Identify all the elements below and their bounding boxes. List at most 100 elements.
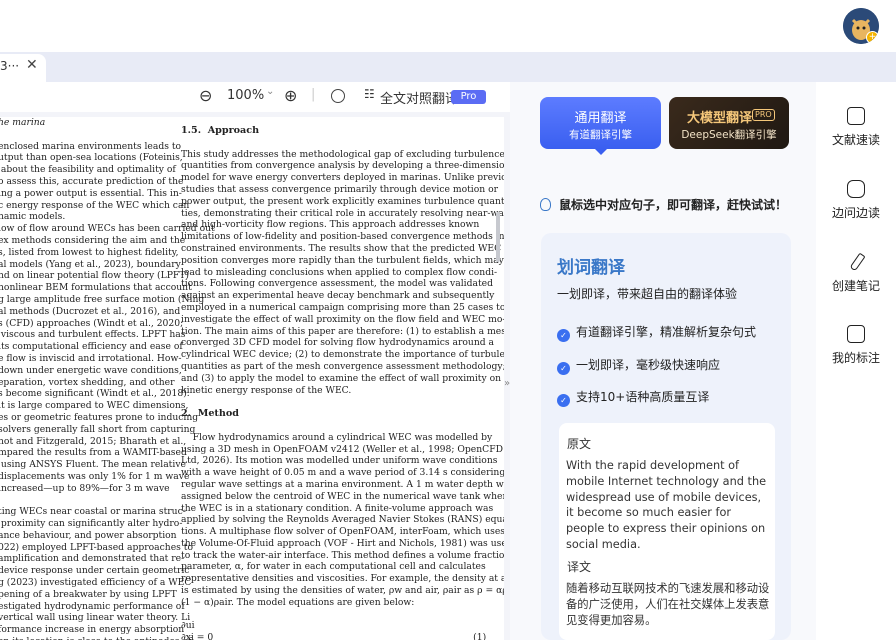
paper-line: assigned below the centroid of WEC in th… bbox=[181, 490, 504, 502]
paper-line bbox=[181, 420, 471, 432]
sidebar-item-ask-read[interactable]: 边问边读 bbox=[816, 180, 896, 221]
paper-line: ting WECs near coastal or marina struc- bbox=[0, 506, 186, 518]
paper-line: low of flow around WECs has been carried… bbox=[0, 223, 215, 235]
paper-line: c energy response of the WEC which can bbox=[0, 199, 190, 211]
feature-item: ✓ 有道翻译引擎，精准解析复杂句式 bbox=[557, 323, 756, 342]
paper-line: e flow is inviscid and irrotational. How… bbox=[0, 352, 182, 364]
close-icon[interactable]: ✕ bbox=[26, 57, 38, 73]
translation-text: 随着移动互联网技术的飞速发展和移动设备的广泛使用，人们在社交媒体上发表意见变得更… bbox=[566, 582, 770, 627]
paper-line: quantities as part of the mesh convergen… bbox=[181, 360, 504, 372]
paper-line: with a wave height of 0.05 m and a wave … bbox=[181, 467, 504, 479]
chevron-down-icon[interactable]: ⌄ bbox=[266, 86, 274, 97]
paper-line: investigate the effect of wall proximity… bbox=[181, 313, 504, 325]
paper-line: 022) employed LPFT-based approaches to bbox=[0, 541, 193, 553]
paper-line bbox=[181, 137, 471, 149]
paper-line: and (3) to apply the model to examine th… bbox=[181, 372, 504, 384]
document-read-icon bbox=[847, 107, 865, 125]
sidebar-item-label: 我的标注 bbox=[831, 351, 880, 365]
paper-line: using ANSYS Fluent. The mean relative bbox=[0, 459, 186, 471]
user-avatar[interactable]: + bbox=[843, 8, 879, 44]
paper-right-column: 1.5. Approach This study addresses the m… bbox=[181, 125, 504, 640]
general-translate-title: 通用翻译 bbox=[574, 111, 627, 126]
zoom-out-icon[interactable]: ⊖ bbox=[199, 86, 212, 105]
full-translate-button[interactable]: 全文对照翻译 bbox=[380, 88, 458, 107]
pdf-page[interactable]: he marina enclosed marina environments l… bbox=[0, 117, 504, 640]
lightbulb-icon bbox=[540, 198, 551, 211]
paper-line: g (2023) investigated efficiency of a WE… bbox=[0, 577, 192, 589]
paper-line: it is large compared to WEC dimensions, bbox=[0, 400, 189, 412]
check-icon: ✓ bbox=[557, 394, 570, 407]
paper-line: Ltd, 2026). Its motion was modelled unde… bbox=[181, 455, 498, 467]
paper-line: regular wave settings at a marina enviro… bbox=[181, 478, 504, 490]
edit-icon bbox=[847, 325, 865, 343]
document-scrollbar[interactable] bbox=[496, 212, 500, 262]
paper-left-column: he marina enclosed marina environments l… bbox=[0, 117, 215, 640]
check-icon: ✓ bbox=[557, 329, 570, 342]
zoom-level[interactable]: 100% bbox=[227, 88, 264, 103]
paper-line: parameter, α, for water in each computat… bbox=[181, 561, 486, 573]
search-icon[interactable] bbox=[331, 89, 345, 103]
paper-line: estigated hydrodynamic performance of bbox=[0, 600, 185, 612]
sidebar-item-create-note[interactable]: 创建笔记 bbox=[816, 253, 896, 294]
paper-line: limitations of low-fidelity and position… bbox=[181, 231, 504, 243]
zoom-in-icon[interactable]: ⊕ bbox=[284, 86, 297, 105]
paper-line: is estimated by using the densities of w… bbox=[181, 585, 504, 597]
sidebar-item-quick-read[interactable]: 文献速读 bbox=[816, 107, 896, 148]
document-toolbar: ⊖ 100% ⌄ ⊕ | ☷ 全文对照翻译 bbox=[0, 82, 510, 112]
paper-line: he marina bbox=[0, 117, 46, 128]
sidebar-item-my-annotations[interactable]: 我的标注 bbox=[816, 325, 896, 366]
paper-line bbox=[181, 609, 471, 621]
llm-translate-button[interactable]: 大模型翻译 PRO DeepSeek翻译引擎 bbox=[669, 97, 789, 149]
paper-line: increased—up to 89%—for 3 m wave bbox=[0, 482, 170, 494]
document-tab[interactable]: 3··· ✕ bbox=[0, 54, 46, 82]
llm-translate-engine: DeepSeek翻译引擎 bbox=[681, 129, 777, 141]
paper-line: g large amplitude free surface motion (N… bbox=[0, 293, 205, 305]
paper-line: s, listed from lowest to highest fidelit… bbox=[0, 246, 179, 258]
paper-line: about the feasibility and optimality of bbox=[0, 164, 176, 176]
paper-line: applied by solving the Reynolds Averaged… bbox=[181, 514, 504, 526]
paper-line: al models (Yang et al., 2023), boundary bbox=[0, 258, 181, 270]
original-label: 原文 bbox=[567, 437, 592, 451]
paper-line: viscous and turbulent effects. LPFT has bbox=[0, 329, 186, 341]
paper-line: s (CFD) approaches (Windt et al., 2020; bbox=[0, 317, 184, 329]
general-translate-engine: 有道翻译引擎 bbox=[569, 129, 632, 141]
toolbar-divider: | bbox=[311, 87, 316, 102]
paper-line: solvers generally fall short from captur… bbox=[0, 423, 196, 435]
paper-line: utput than open-sea locations (Foteinis, bbox=[0, 152, 183, 164]
card-subtitle: 一划即译，带来超自由的翻译体验 bbox=[557, 287, 738, 301]
vip-badge-icon: + bbox=[866, 31, 879, 44]
paper-line: s become significant (Windt et al., 2018… bbox=[0, 388, 190, 400]
paper-line: studies that assess convergence primaril… bbox=[181, 183, 499, 195]
paper-line bbox=[0, 495, 164, 507]
paper-line: and high-vorticity flow regions. This ap… bbox=[181, 219, 480, 231]
paper-line: down under energetic wave conditions, bbox=[0, 364, 182, 376]
feature-item: ✓ 一划即译，毫秒级快速响应 bbox=[557, 356, 720, 375]
paper-line: constrained environments. The results sh… bbox=[181, 242, 502, 254]
feature-item: ✓ 支持10+语种高质量互译 bbox=[557, 388, 709, 407]
paper-line: amplification and demonstrated that re- bbox=[0, 553, 185, 565]
paper-line: nonlinear BEM formulations that account bbox=[0, 282, 192, 294]
paper-line: (1 − α)ρair. The model equations are giv… bbox=[181, 596, 415, 608]
paper-line: model for wave energy converters deploye… bbox=[181, 172, 504, 184]
paper-line: eparation, vortex shedding, and other bbox=[0, 376, 175, 388]
app-topbar: + bbox=[0, 0, 896, 52]
paper-line: Flow hydrodynamics around a cylindrical … bbox=[181, 431, 493, 443]
paper-line: nd on linear potential flow theory (LPFT… bbox=[0, 270, 190, 282]
general-translate-button[interactable]: 通用翻译 有道翻译引擎 bbox=[540, 97, 661, 149]
paper-line: position converges more rapidly than the… bbox=[181, 254, 504, 266]
paper-line: employed in a numerical campaign compris… bbox=[181, 301, 504, 313]
paper-line bbox=[0, 129, 164, 141]
document-tab-title: 3··· bbox=[0, 59, 20, 73]
paper-line: not and Fitzgerald, 2015; Bharath et al.… bbox=[0, 435, 187, 447]
paper-line: displacements was only 1% for 1 m wave bbox=[0, 470, 190, 482]
original-text: With the rapid development of mobile Int… bbox=[566, 459, 767, 551]
paper-line: formance increase in energy absorption bbox=[0, 624, 185, 636]
check-icon: ✓ bbox=[557, 362, 570, 375]
paper-line: 1.5. Approach bbox=[181, 125, 260, 136]
paper-line: to track the water-air interface. This m… bbox=[181, 549, 504, 561]
paper-line: ∂ui bbox=[181, 620, 195, 632]
paper-line: proximity can significantly alter hydro- bbox=[0, 518, 183, 530]
paper-line: vertical wall using linear water theory.… bbox=[0, 612, 191, 624]
selection-hint: 鼠标选中对应句子，即可翻译，赶快试试！ bbox=[540, 196, 787, 213]
paper-line: ∂xi = 0 (1) bbox=[181, 632, 487, 640]
